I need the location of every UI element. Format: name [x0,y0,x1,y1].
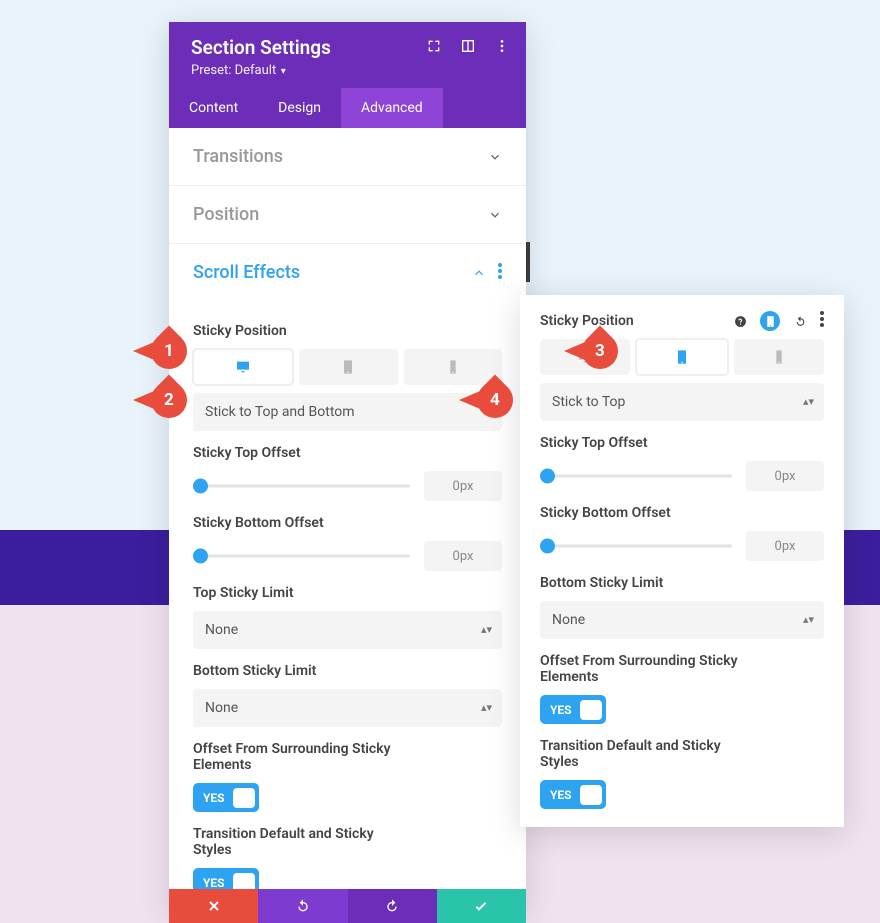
preset-dropdown[interactable]: Preset: Default ▾ [191,63,504,78]
device-tablet-button[interactable] [299,349,397,385]
offset-surround-toggle[interactable]: YES [193,783,259,812]
toggle-knob [580,785,602,805]
bottom-sticky-limit-select[interactable]: None ▴▾ [193,689,502,727]
section-position-label: Position [193,204,259,225]
toggle-knob [580,700,602,720]
sticky-position-label-2: Sticky Position [540,313,634,329]
scrollbar-mark [526,242,530,282]
sticky-position-label: Sticky Position [193,323,502,339]
chevron-down-icon [488,208,502,222]
select-caret-icon: ▴▾ [481,705,492,711]
undo-button[interactable] [258,889,347,923]
more-icon[interactable] [820,311,824,331]
sticky-top-offset-slider[interactable] [193,476,410,496]
sticky-bottom-offset-label: Sticky Bottom Offset [193,515,502,531]
top-sticky-limit-label: Top Sticky Limit [193,585,502,601]
section-more-icon[interactable] [498,263,502,283]
responsive-icon[interactable] [760,311,780,331]
sticky-top-offset-slider-2[interactable] [540,466,732,486]
section-scroll-effects[interactable]: Scroll Effects [169,244,526,301]
toggle-knob [233,788,255,808]
settings-panel-tablet: Sticky Position Stick to Top ▴▾ Sticky T… [520,295,844,827]
bottom-sticky-limit-value: None [205,700,238,716]
tab-content[interactable]: Content [169,88,258,128]
select-caret-icon: ▴▾ [803,617,814,623]
select-caret-icon: ▴▾ [803,399,814,405]
top-sticky-limit-select[interactable]: None ▴▾ [193,611,502,649]
tab-advanced[interactable]: Advanced [341,88,443,128]
offset-surround-label: Offset From Surrounding Sticky Elements [193,741,393,773]
columns-icon[interactable] [460,38,476,58]
section-position[interactable]: Position [169,186,526,244]
toggle-yes-label: YES [540,703,580,717]
sticky-position-select-2[interactable]: Stick to Top ▴▾ [540,383,824,421]
more-icon[interactable] [494,38,510,58]
device-phone-button-2[interactable] [734,339,824,375]
panel-tabs: Content Design Advanced [169,88,526,128]
bottom-sticky-limit-select-2[interactable]: None ▴▾ [540,601,824,639]
help-icon[interactable] [730,311,750,331]
caret-down-icon: ▾ [278,66,286,77]
panel-header: Section Settings Preset: Default ▾ [169,22,526,88]
device-selector-2 [540,339,824,375]
device-selector [193,349,502,385]
section-transitions[interactable]: Transitions [169,128,526,186]
toggle-yes-label: YES [193,791,233,805]
section-scroll-effects-label: Scroll Effects [193,262,300,283]
device-tablet-button-2[interactable] [636,339,728,375]
preset-label: Preset: Default [191,63,276,78]
offset-surround-label-2: Offset From Surrounding Sticky Elements [540,653,740,685]
footer-actions [169,889,526,923]
reset-icon[interactable] [790,311,810,331]
cancel-button[interactable] [169,889,258,923]
sticky-top-offset-label-2: Sticky Top Offset [540,435,824,451]
sticky-position-value-2: Stick to Top [552,394,625,410]
settings-panel: Section Settings Preset: Default ▾ Conte… [169,22,526,913]
transition-styles-label-2: Transition Default and Sticky Styles [540,738,760,770]
section-transitions-label: Transitions [193,146,283,167]
transition-styles-label: Transition Default and Sticky Styles [193,826,413,858]
scroll-effects-content: Sticky Position Stick to Top and Bottom … [169,301,526,913]
bottom-sticky-limit-label: Bottom Sticky Limit [193,663,502,679]
confirm-button[interactable] [437,889,526,923]
sticky-top-offset-value-2[interactable]: 0px [746,461,824,491]
sticky-bottom-offset-value[interactable]: 0px [424,541,502,571]
sticky-bottom-offset-slider[interactable] [193,546,410,566]
device-phone-button[interactable] [404,349,502,385]
sticky-bottom-offset-value-2[interactable]: 0px [746,531,824,561]
offset-surround-toggle-2[interactable]: YES [540,695,606,724]
chevron-down-icon [488,150,502,164]
sticky-top-offset-label: Sticky Top Offset [193,445,502,461]
toggle-yes-label: YES [193,876,233,890]
bottom-sticky-limit-label-2: Bottom Sticky Limit [540,575,824,591]
top-sticky-limit-value: None [205,622,238,638]
toggle-yes-label: YES [540,788,580,802]
transition-styles-toggle-2[interactable]: YES [540,780,606,809]
device-desktop-button-2[interactable] [540,339,630,375]
bottom-sticky-limit-value-2: None [552,612,585,628]
sticky-position-select[interactable]: Stick to Top and Bottom [193,393,502,431]
sticky-bottom-offset-slider-2[interactable] [540,536,732,556]
sticky-top-offset-value[interactable]: 0px [424,471,502,501]
redo-button[interactable] [348,889,437,923]
chevron-up-icon [472,266,486,280]
expand-icon[interactable] [426,38,442,58]
sticky-position-value: Stick to Top and Bottom [205,404,355,420]
tab-design[interactable]: Design [258,88,341,128]
device-desktop-button[interactable] [193,349,293,385]
select-caret-icon: ▴▾ [481,627,492,633]
sticky-bottom-offset-label-2: Sticky Bottom Offset [540,505,824,521]
